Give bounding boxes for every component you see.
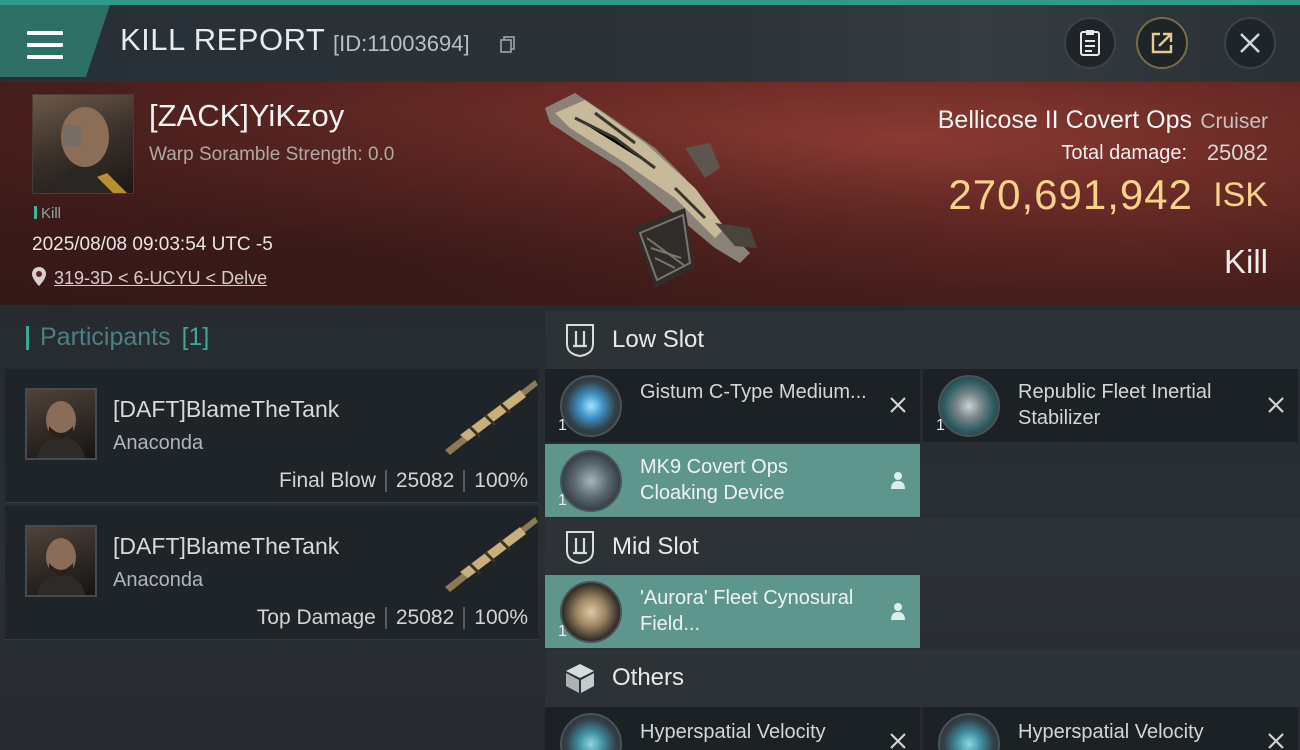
warp-scramble-strength: Warp Soramble Strength: 0.0: [149, 144, 395, 165]
module-quantity: 1: [558, 417, 567, 434]
dropped-person-icon: [891, 603, 905, 620]
destroyed-icon: [890, 733, 906, 749]
kill-tag: Kill: [34, 205, 61, 222]
others-label: Others: [612, 664, 685, 691]
total-damage-value: 25082: [1206, 140, 1268, 165]
module-name: Republic Fleet Inertial Stabilizer: [1018, 381, 1212, 429]
isk-value: 270,691,942: [948, 171, 1193, 218]
module-quantity: 1: [936, 417, 945, 434]
participant-percent: 100%: [474, 606, 528, 629]
participant-percent: 100%: [474, 469, 528, 492]
close-button[interactable]: [1224, 17, 1276, 69]
participant-name[interactable]: [DAFT]BlameTheTank: [113, 533, 339, 560]
report-id: [ID:11003694]: [333, 31, 470, 56]
module-quantity: 1: [558, 623, 567, 640]
participant-stats: Top Damage 25082 100%: [257, 606, 528, 630]
kill-timestamp: 2025/08/08 09:03:54 UTC -5: [32, 234, 273, 255]
victim-ship-render: [545, 93, 757, 288]
module-icon: [560, 375, 622, 437]
module-item[interactable]: 1 'Aurora' Fleet Cynosural Field...: [545, 575, 920, 648]
participant-ship-image: [445, 517, 538, 592]
module-icon: [560, 450, 622, 512]
participant-name[interactable]: [DAFT]BlameTheTank: [113, 396, 339, 423]
module-item[interactable]: 1 MK9 Covert Ops Cloaking Device: [545, 444, 920, 517]
low-slot-label: Low Slot: [612, 326, 705, 353]
page-title: KILL REPORT: [120, 22, 326, 57]
module-name: MK9 Covert Ops Cloaking Device: [640, 456, 788, 504]
participant-role: Final Blow: [279, 469, 376, 492]
low-slot-icon: [566, 324, 594, 358]
module-item[interactable]: Hyperspatial Velocity: [545, 707, 920, 750]
participants-header: Participants [1]: [26, 323, 209, 352]
clipboard-icon: [1080, 30, 1100, 56]
module-item[interactable]: 1 Gistum C-Type Medium...: [545, 369, 920, 442]
module-icon: [938, 713, 1000, 750]
close-icon: [1240, 33, 1260, 53]
participant-row[interactable]: [DAFT]BlameTheTank Anaconda Top Damage 2…: [5, 506, 538, 640]
kill-result: Kill: [1223, 243, 1268, 280]
mid-slot-label: Mid Slot: [612, 533, 699, 560]
copy-icon[interactable]: [500, 36, 516, 54]
cargo-box-icon: [566, 664, 594, 693]
module-name: 'Aurora' Fleet Cynosural Field...: [640, 587, 854, 635]
participant-stats: Final Blow 25082 100%: [279, 469, 528, 493]
participant-avatar: [25, 388, 97, 460]
module-name: Gistum C-Type Medium...: [640, 381, 867, 403]
module-icon: [560, 581, 622, 643]
share-icon: [1151, 32, 1173, 54]
participant-damage: 25082: [395, 606, 455, 629]
module-icon: [938, 375, 1000, 437]
module-name: Hyperspatial Velocity: [640, 721, 826, 743]
destroyed-icon: [1268, 733, 1284, 749]
participant-avatar: [25, 525, 97, 597]
participant-role: Top Damage: [256, 606, 376, 629]
module-quantity: 1: [558, 492, 567, 509]
participants-count: [1]: [181, 323, 210, 351]
victim-name[interactable]: [ZACK]YiKzoy: [149, 98, 344, 134]
participant-ship: Anaconda: [113, 569, 204, 591]
participants-label: Participants: [40, 323, 171, 351]
isk-unit: ISK: [1213, 176, 1268, 214]
ship-class: Cruiser: [1200, 110, 1268, 133]
participant-ship-image: [445, 380, 538, 455]
module-name: Hyperspatial Velocity: [1018, 721, 1204, 743]
ship-name[interactable]: Bellicose II Covert Ops: [938, 106, 1192, 135]
hamburger-menu-icon: [27, 31, 63, 59]
low-slot-header: Low Slot: [545, 311, 1300, 369]
participant-damage: 25082: [395, 469, 455, 492]
victim-avatar: [53, 107, 127, 193]
victim-portrait[interactable]: [32, 94, 134, 194]
mid-slot-icon: [566, 531, 594, 565]
module-item[interactable]: Hyperspatial Velocity: [923, 707, 1298, 750]
destroyed-icon: [890, 397, 906, 413]
others-header: Others: [545, 649, 1300, 707]
location-link[interactable]: 319-3D < 6-UCYU < Delve: [54, 268, 267, 289]
mid-slot-header: Mid Slot: [545, 518, 1300, 576]
destroyed-icon: [1268, 397, 1284, 413]
clipboard-button[interactable]: [1064, 17, 1116, 69]
module-icon: [560, 713, 622, 750]
module-item[interactable]: 1 Republic Fleet Inertial Stabilizer: [923, 369, 1298, 442]
participant-row[interactable]: [DAFT]BlameTheTank Anaconda Final Blow 2…: [5, 369, 538, 503]
total-damage-label: Total damage:: [1061, 142, 1187, 164]
dropped-person-icon: [891, 472, 905, 489]
location-pin-icon: [32, 267, 46, 286]
share-button[interactable]: [1136, 17, 1188, 69]
participant-ship: Anaconda: [113, 432, 204, 454]
